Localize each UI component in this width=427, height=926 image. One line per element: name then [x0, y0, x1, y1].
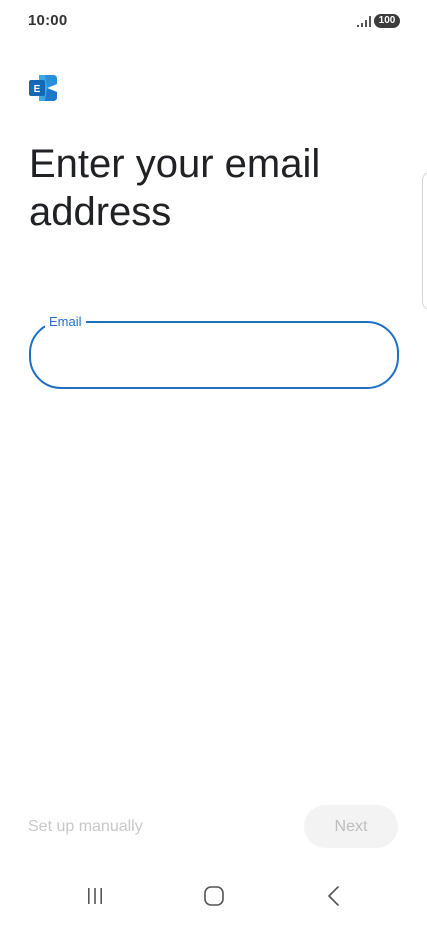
back-button[interactable] — [314, 882, 354, 910]
home-icon — [204, 886, 224, 906]
home-button[interactable] — [194, 882, 234, 910]
battery-badge: 100 — [374, 14, 400, 28]
back-icon — [328, 886, 339, 906]
email-field[interactable]: Email — [29, 313, 399, 389]
status-bar: 10:00 100 — [0, 0, 427, 44]
navigation-bar — [0, 870, 427, 926]
logo-letter: E — [34, 84, 41, 95]
page-title: Enter your email address — [29, 142, 321, 234]
email-input[interactable] — [49, 323, 383, 389]
recents-icon — [88, 888, 102, 904]
edge-panel-handle[interactable] — [422, 172, 427, 310]
exchange-logo-icon: E — [29, 75, 57, 101]
signal-icon — [357, 16, 371, 27]
recents-button[interactable] — [75, 882, 115, 910]
status-time: 10:00 — [28, 12, 68, 29]
next-button[interactable]: Next — [304, 805, 398, 848]
setup-manually-link[interactable]: Set up manually — [28, 817, 143, 837]
